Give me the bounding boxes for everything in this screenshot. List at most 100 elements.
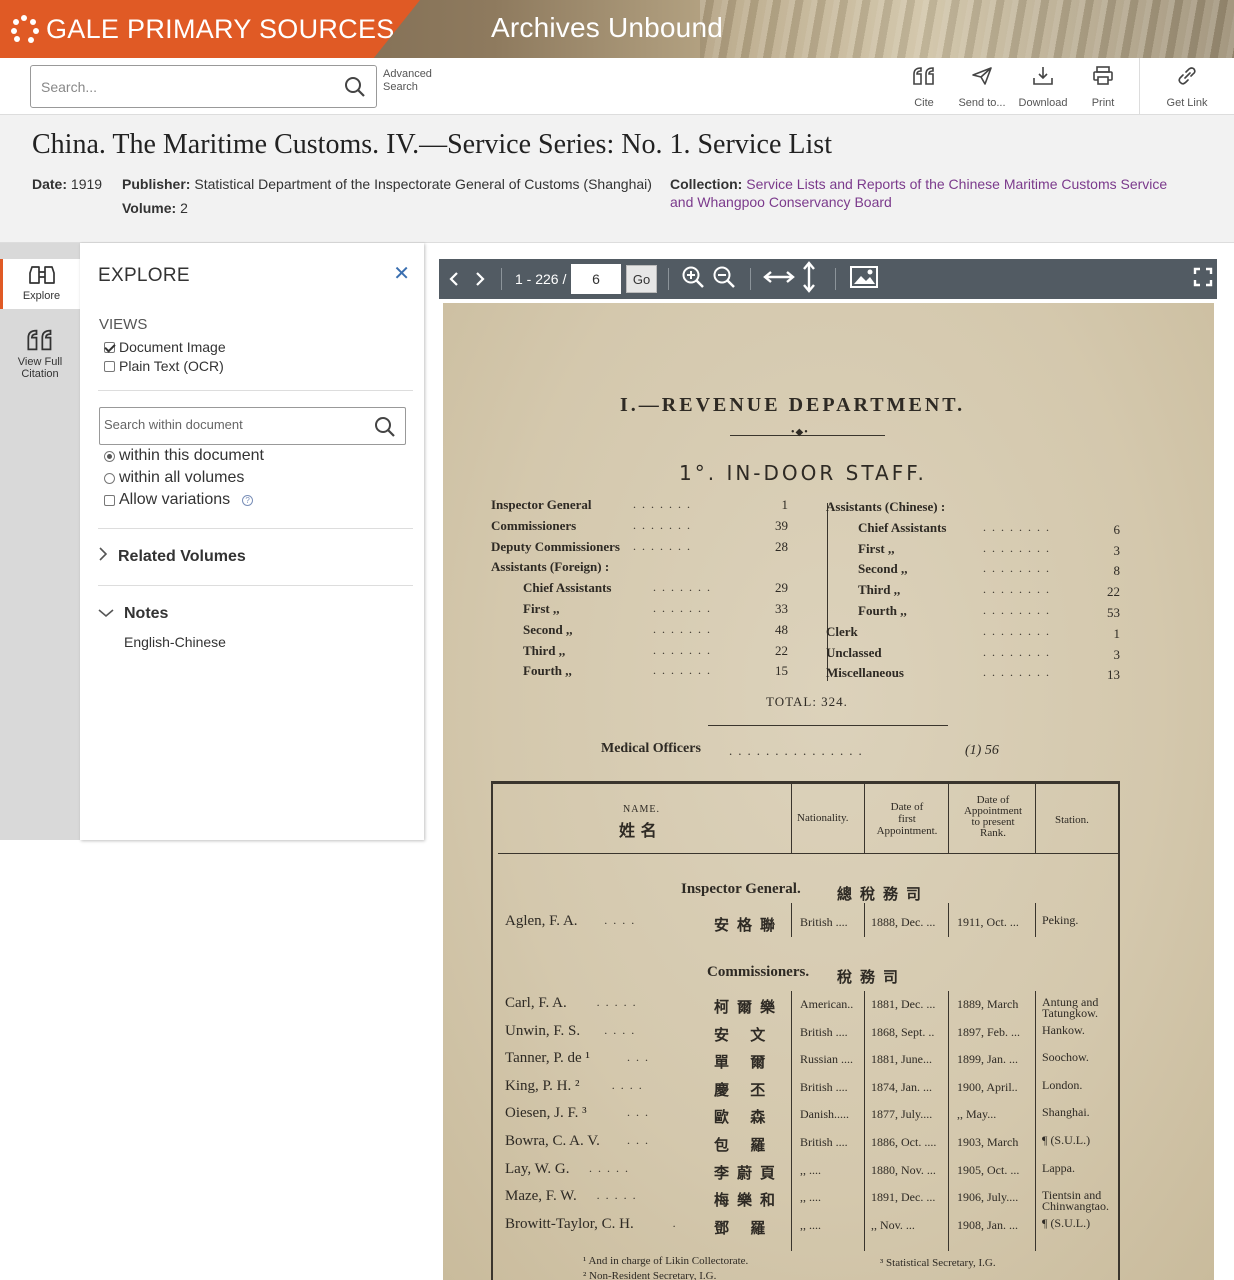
within-this-document[interactable]: within this document (104, 447, 264, 465)
dot-leader: ............... (729, 743, 868, 758)
gale-logo[interactable]: GALE PRIMARY SOURCES (0, 0, 420, 58)
cite-button[interactable]: Cite (894, 58, 954, 115)
fullscreen-button[interactable] (1193, 259, 1213, 299)
col-rule (948, 783, 949, 853)
within-this-radio[interactable] (104, 450, 115, 462)
document-title: China. The Maritime Customs. IV.—Service… (32, 129, 832, 160)
station-cell: ¶ (S.U.L.) (1042, 1215, 1091, 1230)
zoom-out-button[interactable] (712, 259, 736, 299)
staff-right-value: 8 (1113, 563, 1121, 579)
document-page-image[interactable]: I.—REVENUE DEPARTMENT. •◆• 1°. IN-DOOR S… (443, 303, 1214, 1280)
staff-left-value: 28 (775, 538, 788, 554)
notes-toggle[interactable]: Notes (98, 605, 168, 623)
search-within-input[interactable] (104, 417, 364, 432)
within-all-radio[interactable] (104, 472, 115, 484)
plain-text-checkbox[interactable] (104, 360, 115, 372)
download-button[interactable]: Download (1010, 58, 1076, 115)
search-icon[interactable] (344, 76, 366, 103)
col-rule (1035, 783, 1036, 853)
view-plain-text[interactable]: Plain Text (OCR) (104, 358, 224, 374)
present-rank-cell: 1899, Jan. ... (957, 1052, 1018, 1067)
ig-section-heading: Inspector General. (681, 881, 801, 897)
staff-right-value: 22 (1107, 584, 1120, 600)
search-within-box (99, 407, 406, 445)
nationality-cell: British .... (800, 915, 848, 929)
divider (98, 585, 413, 586)
station-cell: Lappa. (1042, 1160, 1075, 1175)
col-rule (948, 903, 949, 937)
zoom-in-button[interactable] (681, 259, 705, 299)
document-image-checkbox[interactable] (104, 341, 115, 353)
person-name: Carl, F. A. (505, 995, 567, 1011)
header-banner: GALE PRIMARY SOURCES Archives Unbound (0, 0, 1234, 58)
nationality-cell: ,, .... (800, 1217, 821, 1232)
banner-decoration (700, 0, 1234, 58)
col-rule (948, 991, 949, 1251)
person-name-cn: 安格聯 (714, 916, 784, 934)
dot-leader: ........ (983, 582, 1055, 597)
fit-width-button[interactable] (763, 259, 795, 299)
download-icon (1032, 66, 1054, 89)
prev-page-button[interactable] (447, 259, 461, 299)
person-name: Maze, F. W. (505, 1188, 577, 1205)
next-page-button[interactable] (473, 259, 487, 299)
staff-left-label: Inspector General (491, 497, 592, 512)
search-icon[interactable] (374, 416, 396, 443)
collection-link-cont[interactable]: and Whangpoo Conservancy Board (670, 194, 892, 210)
fit-width-icon (763, 269, 795, 290)
dot-leader: ....... (653, 621, 716, 636)
col-rule (864, 783, 865, 853)
dot-leader: ..... (596, 1188, 642, 1203)
print-button[interactable]: Print (1076, 58, 1130, 115)
present-rank-cell: 1911, Oct. ... (957, 915, 1019, 929)
go-button[interactable]: Go (626, 265, 657, 293)
search-input[interactable] (41, 76, 331, 98)
dot-leader: .... (604, 1022, 641, 1037)
commissioners-heading-cn: 稅務司 (837, 968, 907, 986)
close-icon[interactable]: ✕ (393, 261, 410, 286)
date-meta: Date: 1919 (32, 176, 103, 192)
dot-leader: ....... (653, 642, 716, 657)
person-name: Oiesen, J. F. ³ (505, 1105, 587, 1122)
staff-right-label: First ,, (858, 540, 895, 556)
allow-variations-checkbox[interactable] (104, 494, 115, 506)
allow-variations[interactable]: Allow variations ? (104, 491, 254, 509)
tool-buttons: Cite Send to... Download Print Get Link (894, 58, 1234, 115)
image-settings-button[interactable] (849, 259, 879, 299)
station-cell: Antung and Tatungkow. (1042, 995, 1099, 1020)
dot-leader: ........ (983, 561, 1055, 576)
get-link-button[interactable]: Get Link (1139, 58, 1234, 115)
send-to-button[interactable]: Send to... (954, 58, 1010, 115)
viewer-toolbar: 1 - 226 / Go (439, 259, 1217, 299)
col-rule (864, 903, 865, 937)
dot-leader: ........ (983, 603, 1055, 617)
collection-link[interactable]: Service Lists and Reports of the Chinese… (746, 176, 1167, 192)
first-appointment-cell: 1886, Oct. .... (871, 1135, 937, 1149)
within-all-volumes[interactable]: within all volumes (104, 469, 244, 487)
present-rank-cell: 1908, Jan. ... (957, 1217, 1018, 1232)
rail-view-full-citation[interactable]: View Full Citation (0, 327, 80, 387)
help-icon[interactable]: ? (242, 494, 254, 506)
product-name[interactable]: Archives Unbound (491, 12, 723, 44)
divider (835, 268, 836, 290)
staff-left-label: Third ,, (523, 642, 566, 658)
page-number-input[interactable] (571, 264, 621, 294)
explore-panel: EXPLORE ✕ VIEWS Document Image Plain Tex… (80, 243, 424, 840)
page-subheading: 1°. IN-DOOR STAFF. (679, 461, 927, 485)
advanced-search-link[interactable]: Advanced Search (383, 68, 443, 94)
dot-leader: . (672, 1215, 682, 1230)
staff-right-label: Second ,, (858, 561, 908, 577)
view-document-image[interactable]: Document Image (104, 339, 226, 355)
footnote-2: ² Non-Resident Secretary, I.G. (583, 1270, 717, 1280)
explore-title: EXPLORE (98, 265, 190, 286)
staff-left-label: Assistants (Foreign) : (491, 559, 610, 575)
person-name-cn: 安 文 (714, 1025, 774, 1044)
related-volumes-toggle[interactable]: Related Volumes (98, 547, 246, 566)
staff-right-value: 53 (1107, 605, 1120, 620)
left-rail: Explore View Full Citation (0, 243, 80, 840)
rail-explore[interactable]: Explore (0, 259, 80, 309)
dot-leader: ....... (633, 497, 696, 511)
dot-leader: ........ (983, 665, 1055, 680)
fit-height-button[interactable] (801, 259, 817, 299)
collection-meta: Collection: Service Lists and Reports of… (670, 176, 1168, 210)
